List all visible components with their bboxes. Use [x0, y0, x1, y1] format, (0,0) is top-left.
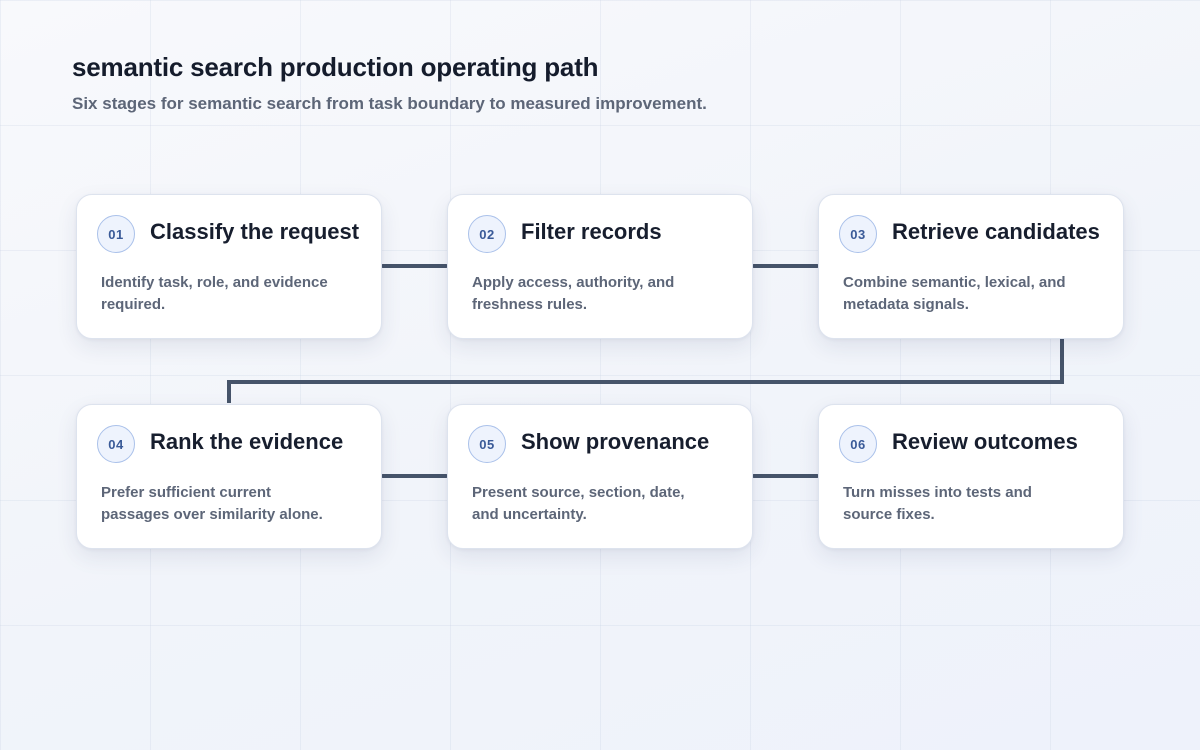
page-subtitle: Six stages for semantic search from task… [72, 94, 707, 113]
stage-number-badge: 01 [97, 215, 135, 253]
stage-number-badge: 04 [97, 425, 135, 463]
stage-card-review: 06 Review outcomes Turn misses into test… [818, 404, 1124, 549]
stage-title: Filter records [521, 219, 662, 244]
stage-description: Present source, section, date, and uncer… [472, 484, 685, 523]
stage-title: Classify the request [150, 219, 360, 244]
stage-description: Combine semantic, lexical, and metadata … [843, 274, 1066, 313]
stage-number-badge: 05 [468, 425, 506, 463]
page-title: semantic search production operating pat… [72, 52, 599, 82]
stage-card-filter: 02 Filter records Apply access, authorit… [447, 194, 753, 339]
stage-title: Rank the evidence [150, 429, 344, 454]
stage-number-badge: 02 [468, 215, 506, 253]
stage-card-classify: 01 Classify the request Identify task, r… [76, 194, 382, 339]
connector-03-04 [227, 339, 1064, 403]
stage-title: Retrieve candidates [892, 219, 1100, 244]
stage-title: Review outcomes [892, 429, 1078, 454]
stage-description: Apply access, authority, and freshness r… [472, 274, 675, 313]
stage-card-retrieve: 03 Retrieve candidates Combine semantic,… [818, 194, 1124, 339]
stage-card-provenance: 05 Show provenance Present source, secti… [447, 404, 753, 549]
stage-number-badge: 03 [839, 215, 877, 253]
stage-description: Identify task, role, and evidence requir… [101, 274, 328, 313]
stage-description: Prefer sufficient current passages over … [101, 484, 323, 523]
stage-description: Turn misses into tests and source fixes. [843, 484, 1032, 523]
stage-title: Show provenance [521, 429, 710, 454]
stage-card-rank: 04 Rank the evidence Prefer sufficient c… [76, 404, 382, 549]
stage-number-badge: 06 [839, 425, 877, 463]
